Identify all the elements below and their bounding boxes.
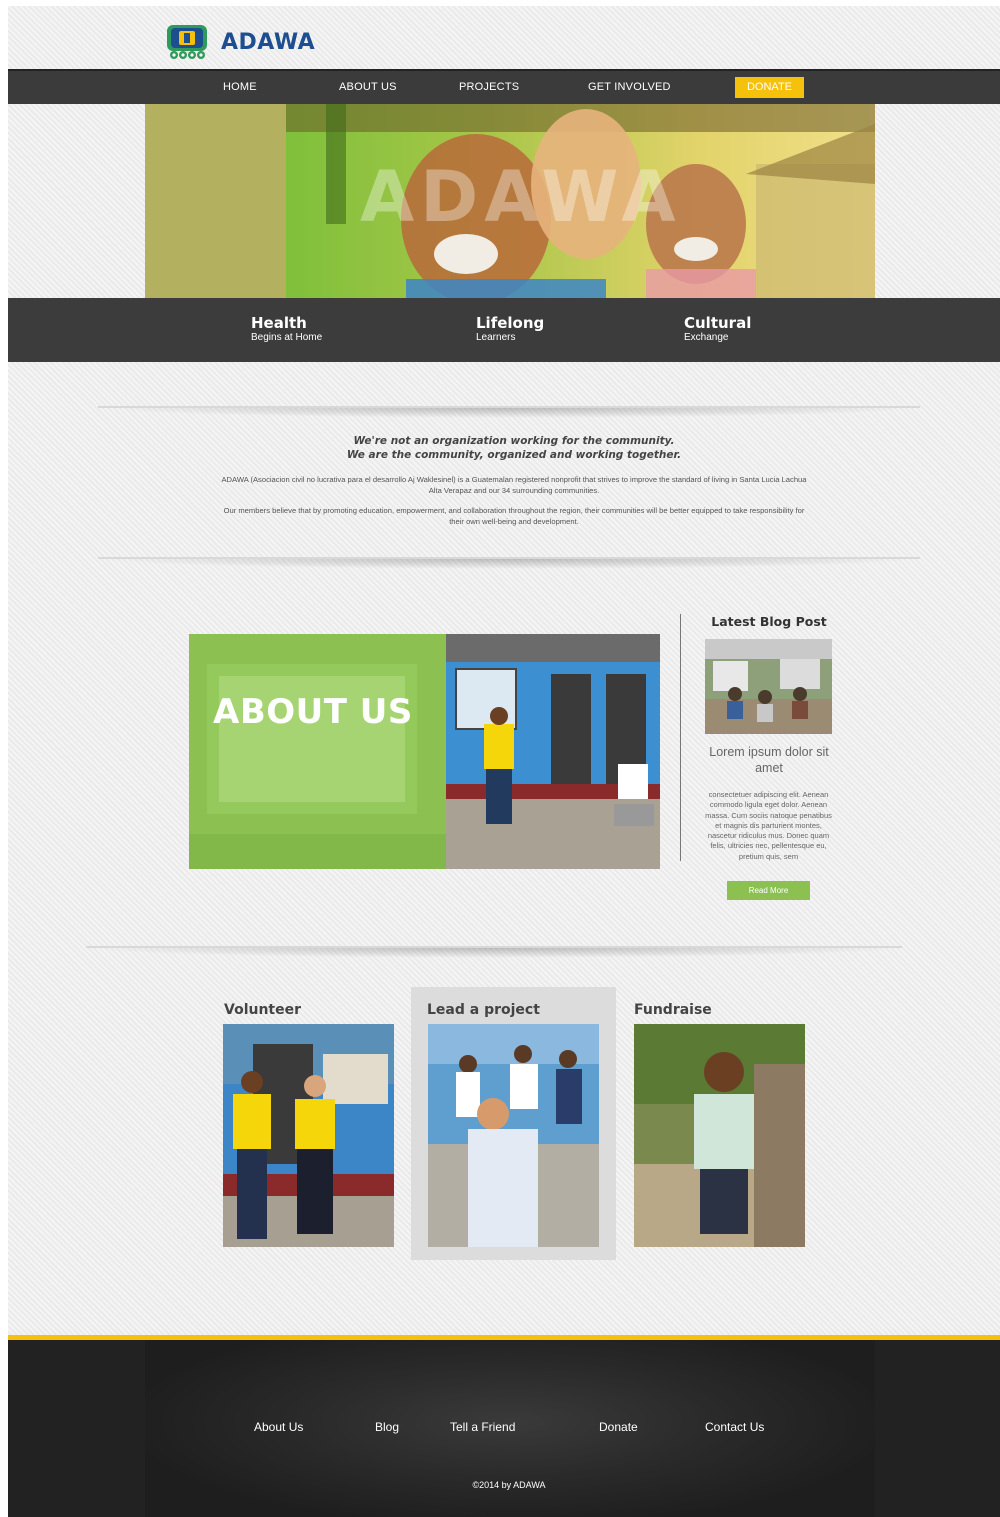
- footer-link-about-us[interactable]: About Us: [254, 1420, 303, 1434]
- about-photo: [446, 634, 660, 869]
- pillar-title: Cultural: [684, 314, 752, 332]
- mission-headline-2: We are the community, organized and work…: [346, 449, 682, 461]
- volunteer-image[interactable]: [223, 1024, 394, 1247]
- about-us-title: ABOUT US: [213, 692, 413, 732]
- divider-shadow: [86, 948, 902, 958]
- nav-about-us[interactable]: ABOUT US: [339, 81, 397, 93]
- logo-text: ADAWA: [221, 29, 316, 55]
- mission-headline-1: We're not an organization working for th…: [353, 435, 675, 447]
- fundraise-image[interactable]: [634, 1024, 805, 1247]
- adawa-logo-icon: [167, 25, 207, 59]
- pillar-cultural[interactable]: Cultural Exchange: [684, 314, 752, 344]
- pillar-subtitle: Begins at Home: [251, 332, 323, 343]
- logo[interactable]: ADAWA: [165, 23, 315, 61]
- pillar-subtitle: Learners: [476, 332, 516, 343]
- lead-project-image[interactable]: [428, 1024, 599, 1247]
- mission-paragraph-1: ADAWA (Asociacion civil no lucrativa par…: [221, 475, 807, 495]
- divider-shadow: [98, 408, 920, 418]
- divider-shadow: [98, 559, 920, 569]
- blog-post-title[interactable]: Lorem ipsum dolor sit amet: [700, 744, 838, 776]
- footer-link-contact-us[interactable]: Contact Us: [705, 1420, 764, 1434]
- hero-banner: ADAWA: [145, 104, 875, 298]
- footer-link-donate[interactable]: Donate: [599, 1420, 638, 1434]
- blog-post-excerpt: consectetuer adipiscing elit. Aenean com…: [705, 790, 832, 861]
- footer-link-blog[interactable]: Blog: [375, 1420, 399, 1434]
- lead-project-title[interactable]: Lead a project: [427, 1002, 540, 1018]
- about-green-panel: [189, 634, 446, 869]
- pillar-subtitle: Exchange: [684, 332, 729, 343]
- donate-button[interactable]: DONATE: [735, 77, 804, 98]
- pillar-lifelong[interactable]: Lifelong Learners: [476, 314, 545, 344]
- nav-home[interactable]: HOME: [223, 81, 257, 93]
- mission-headline: We're not an organization working for th…: [218, 434, 810, 462]
- mission-paragraph-2: Our members believe that by promoting ed…: [223, 506, 805, 526]
- page: ADAWA HOME ABOUT US PROJECTS GET INVOLVE…: [8, 6, 1000, 1517]
- blog-post-image[interactable]: [705, 639, 832, 734]
- hero-olive-panel: [145, 104, 286, 298]
- about-green-photo: [189, 664, 446, 869]
- about-us-banner[interactable]: ABOUT US: [189, 634, 660, 869]
- blog-divider: [680, 614, 681, 861]
- footer: About Us Blog Tell a Friend Donate Conta…: [8, 1335, 1000, 1517]
- volunteer-title[interactable]: Volunteer: [224, 1002, 301, 1018]
- pillar-title: Lifelong: [476, 314, 545, 332]
- nav-projects[interactable]: PROJECTS: [459, 81, 519, 93]
- read-more-button[interactable]: Read More: [727, 881, 810, 900]
- footer-link-tell-a-friend[interactable]: Tell a Friend: [450, 1420, 515, 1434]
- pillar-title: Health: [251, 314, 307, 332]
- blog-heading: Latest Blog Post: [711, 614, 827, 629]
- fundraise-title[interactable]: Fundraise: [634, 1002, 712, 1018]
- main-nav: HOME ABOUT US PROJECTS GET INVOLVED DONA…: [8, 69, 1000, 104]
- pillar-health[interactable]: Health Begins at Home: [251, 314, 323, 344]
- nav-get-involved[interactable]: GET INVOLVED: [588, 81, 671, 93]
- hero-overlay-text: ADAWA: [360, 156, 682, 238]
- copyright: ©2014 by ADAWA: [472, 1480, 546, 1490]
- pillars-bar: Health Begins at Home Lifelong Learners …: [8, 298, 1000, 362]
